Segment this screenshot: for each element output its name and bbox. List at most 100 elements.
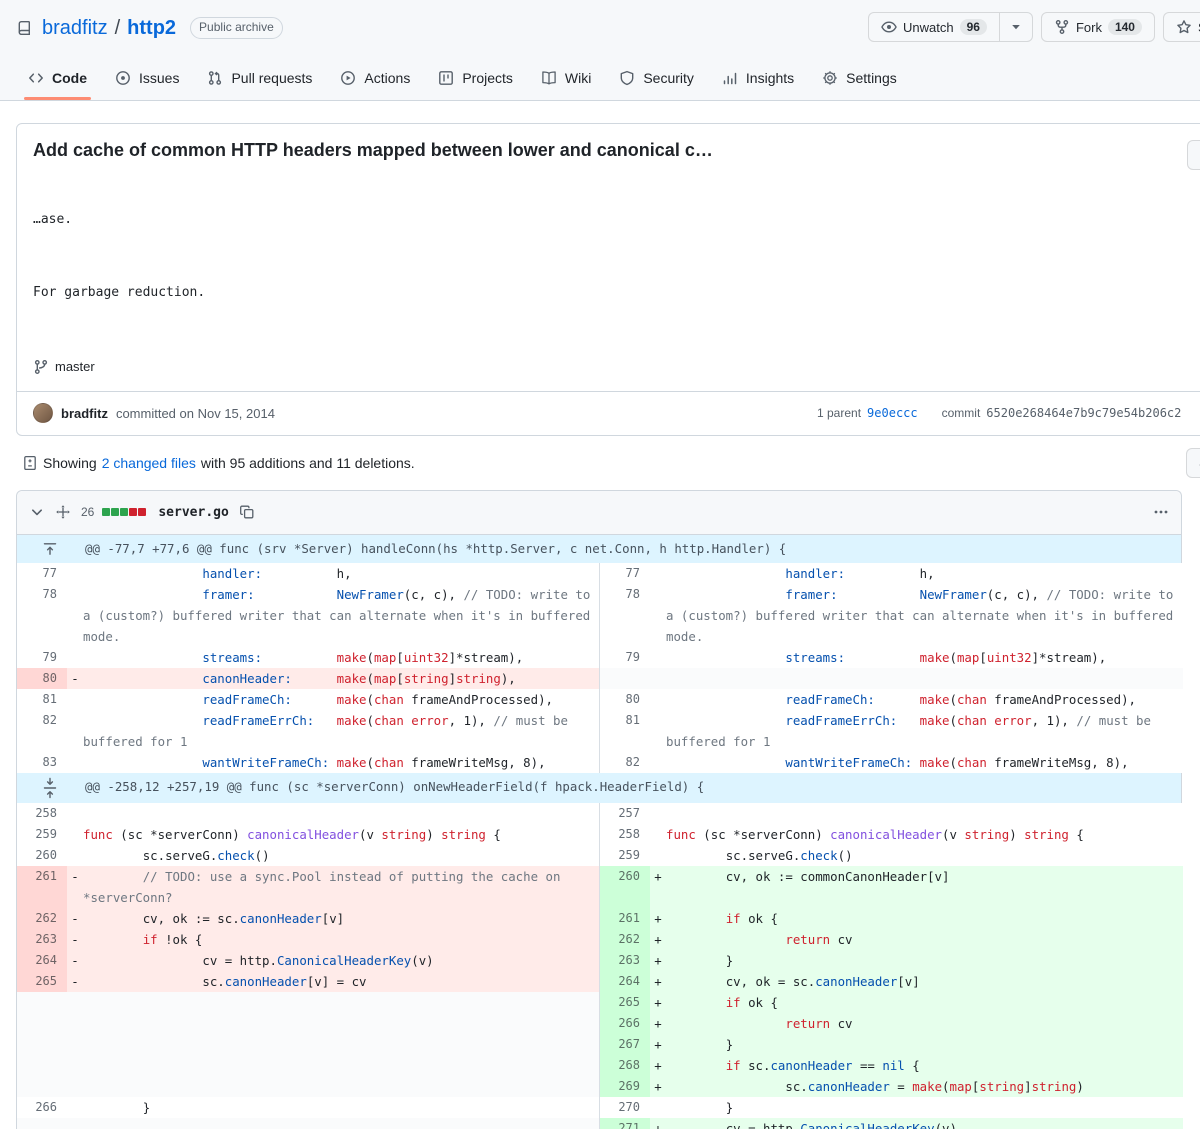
expand-hunk-button[interactable] [17, 535, 83, 563]
github-commit-page: bradfitz / http2 Public archive Unwatch … [0, 0, 1200, 1129]
line-number[interactable]: 260 [600, 865, 650, 908]
chevron-down-icon [29, 504, 45, 520]
line-number[interactable]: 266 [600, 1012, 650, 1034]
drag-grabber-icon[interactable] [55, 504, 71, 520]
tab-wiki[interactable]: Wiki [529, 60, 603, 100]
fork-button[interactable]: Fork 140 [1040, 12, 1155, 42]
hunk-header: @@ -77,7 +77,6 @@ func (srv *Server) han… [17, 534, 1181, 563]
line-number[interactable]: 271 [600, 1117, 650, 1129]
diff-line-pair: 259 func (sc *serverConn) canonicalHeader… [17, 823, 1183, 845]
code-line: return cv [666, 1012, 1183, 1034]
tab-settings[interactable]: Settings [810, 60, 909, 100]
line-number[interactable]: 263 [600, 949, 650, 971]
line-number [17, 1033, 67, 1055]
diff-cell: 78 framer: NewFramer(c, c), // TODO: wri… [17, 583, 600, 647]
code-line: } [83, 1096, 599, 1118]
line-number[interactable]: 258 [17, 802, 67, 824]
line-number[interactable]: 258 [600, 823, 650, 845]
diff-cell [17, 991, 600, 1013]
unwatch-caret-button[interactable] [999, 12, 1033, 42]
line-number[interactable]: 78 [600, 583, 650, 647]
tab-pull-requests[interactable]: Pull requests [195, 60, 324, 100]
commit-author[interactable]: bradfitz [61, 406, 108, 421]
diff-line-pair: 83 wantWriteFrameCh: make(chan frameWrit… [17, 751, 1183, 773]
unwatch-button[interactable]: Unwatch 96 [868, 12, 1000, 42]
line-number[interactable]: 270 [600, 1096, 650, 1118]
repo-actions: Unwatch 96 Fork 140 Star [868, 12, 1200, 42]
diff-cell: 79 streams: make(map[uint32]*stream), [17, 646, 600, 668]
star-button[interactable]: Star [1162, 12, 1200, 42]
diff-marker: - [67, 667, 83, 689]
tab-actions[interactable]: Actions [328, 60, 422, 100]
code-line: if !ok { [83, 928, 599, 950]
code-line: wantWriteFrameCh: make(chan frameWriteMs… [666, 751, 1183, 773]
diff-cell [17, 1075, 600, 1097]
line-number[interactable]: 265 [17, 970, 67, 992]
diff-view-button[interactable]: Split [1186, 447, 1200, 478]
diff-marker [67, 823, 83, 845]
diff-cell: 81 readFrameCh: make(chan frameAndProces… [17, 688, 600, 710]
line-number[interactable]: 266 [17, 1096, 67, 1118]
line-number[interactable]: 260 [17, 844, 67, 866]
line-number[interactable]: 264 [600, 970, 650, 992]
line-number[interactable]: 264 [17, 949, 67, 971]
browse-files-button[interactable]: Browse files [1187, 140, 1200, 170]
diff-marker [67, 1054, 83, 1076]
line-number[interactable]: 267 [600, 1033, 650, 1055]
split-diff-table: @@ -77,7 +77,6 @@ func (srv *Server) han… [17, 534, 1183, 1129]
line-number[interactable]: 262 [17, 907, 67, 929]
diff-summary: Showing 2 changed files with 95 addition… [16, 447, 1200, 478]
line-number[interactable]: 261 [600, 907, 650, 929]
line-number[interactable]: 78 [17, 583, 67, 647]
avatar[interactable] [33, 403, 53, 423]
line-number[interactable]: 83 [17, 751, 67, 773]
expand-hunk-button[interactable] [17, 773, 83, 803]
line-number[interactable]: 259 [17, 823, 67, 845]
diff-line-pair: 82 readFrameErrCh: make(chan error, 1), … [17, 709, 1183, 752]
line-number[interactable]: 80 [17, 667, 67, 689]
line-number[interactable]: 82 [600, 751, 650, 773]
repo-name-link[interactable]: http2 [127, 17, 176, 40]
tab-security[interactable]: Security [607, 60, 706, 100]
parent-sha-link[interactable]: 9e0eccc [867, 406, 918, 420]
tab-insights[interactable]: Insights [710, 60, 806, 100]
line-number[interactable]: 262 [600, 928, 650, 950]
commit-meta: 1 parent 9e0eccc commit 6520e268464e7b9c… [817, 406, 1181, 420]
line-number[interactable]: 79 [17, 646, 67, 668]
line-number[interactable]: 257 [600, 802, 650, 824]
summary-suffix: with 95 additions and 11 deletions. [200, 454, 415, 471]
file-name[interactable]: server.go [158, 505, 228, 520]
collapse-file-button[interactable] [27, 502, 47, 522]
tab-label: Wiki [564, 70, 592, 86]
code-line: sc.serveG.check() [83, 844, 599, 866]
changed-files-link[interactable]: 2 changed files [102, 455, 196, 471]
copy-path-button[interactable] [237, 502, 257, 522]
code-line: cv, ok := commonCanonHeader[v] [666, 865, 1183, 908]
repo-owner-link[interactable]: bradfitz [42, 17, 108, 40]
tab-issues[interactable]: Issues [103, 60, 191, 100]
line-number[interactable]: 265 [600, 991, 650, 1013]
line-number[interactable]: 81 [600, 709, 650, 752]
visibility-badge: Public archive [190, 17, 283, 39]
line-number[interactable]: 82 [17, 709, 67, 752]
diff-square-add [102, 508, 111, 516]
line-number[interactable]: 269 [600, 1075, 650, 1097]
commit-meta-bar: bradfitz committed on Nov 15, 2014 1 par… [17, 390, 1200, 435]
diff-marker [650, 823, 666, 845]
diff-line-pair: 258 257 [17, 802, 1183, 824]
line-number[interactable]: 79 [600, 646, 650, 668]
line-number[interactable]: 261 [17, 865, 67, 908]
line-number[interactable]: 77 [600, 562, 650, 584]
line-number[interactable]: 80 [600, 688, 650, 710]
diff-cell [17, 1117, 600, 1129]
file-options-button[interactable] [1151, 502, 1171, 522]
tab-code[interactable]: Code [16, 60, 99, 100]
line-number[interactable]: 263 [17, 928, 67, 950]
line-number[interactable]: 268 [600, 1054, 650, 1076]
line-number[interactable]: 77 [17, 562, 67, 584]
line-number[interactable]: 259 [600, 844, 650, 866]
tab-projects[interactable]: Projects [426, 60, 525, 100]
code-line: if sc.canonHeader == nil { [666, 1054, 1183, 1076]
line-number[interactable]: 81 [17, 688, 67, 710]
branch-name[interactable]: master [55, 359, 95, 374]
